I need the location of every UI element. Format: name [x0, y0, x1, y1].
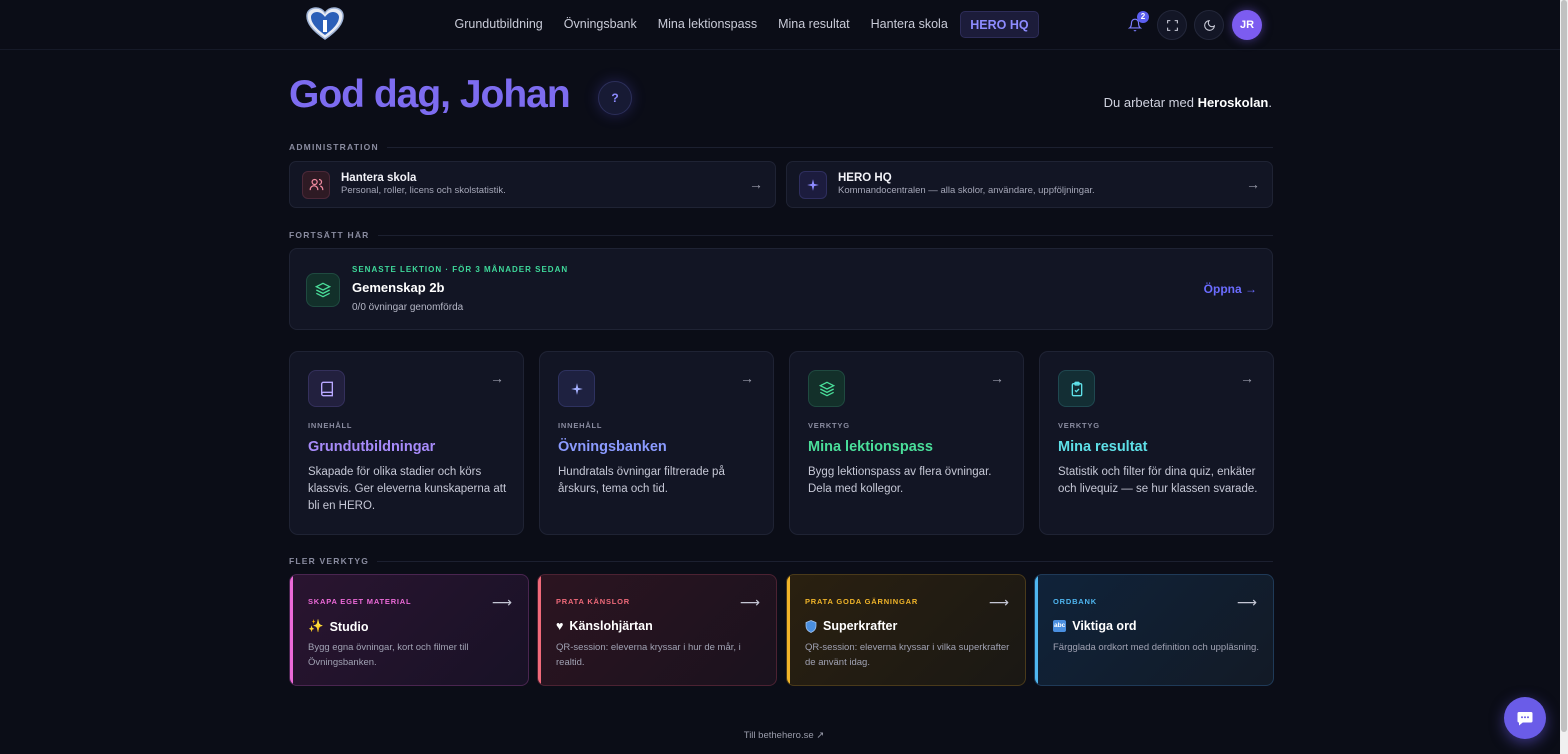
sparkle-icon: [799, 170, 827, 199]
tool-description: Färgglada ordkort med definition och upp…: [1053, 642, 1259, 653]
nav-grundutbildning[interactable]: Grundutbildning: [444, 11, 553, 38]
school-name: Heroskolan: [1197, 95, 1269, 110]
help-button[interactable]: ?: [598, 81, 632, 115]
abc-icon: abc: [1053, 620, 1067, 632]
clipboard-check-icon: [1058, 370, 1095, 407]
top-navigation-bar: Grundutbildning Övningsbank Mina lektion…: [0, 0, 1560, 50]
arrow-right-icon: →: [490, 370, 504, 386]
admin-card-hantera-skola[interactable]: Hantera skola Personal, roller, licens o…: [289, 161, 776, 208]
notification-count-badge: 2: [1137, 11, 1149, 23]
admin-card-title: HERO HQ: [838, 172, 892, 184]
sparkle-icon: [558, 370, 595, 407]
feature-category: INNEHÅLL: [558, 421, 603, 430]
moon-icon: [1203, 19, 1215, 31]
header-actions: 2 JR: [1120, 10, 1262, 40]
nav-hantera-skola[interactable]: Hantera skola: [860, 11, 958, 38]
feature-title: Mina lektionspass: [808, 439, 933, 455]
user-avatar[interactable]: JR: [1232, 10, 1262, 40]
feature-title: Mina resultat: [1058, 439, 1148, 455]
book-icon: [308, 370, 345, 407]
last-lesson-progress: 0/0 övningar genomförda: [352, 302, 464, 313]
admin-card-subtitle: Kommandocentralen — alla skolor, använda…: [838, 185, 1095, 196]
page-greeting: God dag, Johan: [289, 73, 571, 116]
tool-card-kanslohjartan[interactable]: PRATA KÄNSLOR ⟶ ♥ Känslohjärtan QR-sessio…: [537, 574, 777, 686]
section-label-administration: ADMINISTRATION: [289, 142, 1273, 152]
feature-description: Statistik och filter för dina quiz, enkä…: [1058, 466, 1258, 495]
tool-card-viktiga-ord[interactable]: ORDBANK ⟶ abc Viktiga ord Färgglada ordk…: [1034, 574, 1274, 686]
sparkles-icon: ✨: [308, 619, 324, 633]
workplace-suffix: .: [1268, 95, 1272, 110]
hero-logo[interactable]: [306, 7, 344, 41]
last-lesson-eyebrow: SENASTE LEKTION · FÖR 3 MÅNADER SEDAN: [352, 265, 569, 274]
nav-hero-hq[interactable]: HERO HQ: [960, 11, 1039, 38]
feature-card-mina-lektionspass[interactable]: → VERKTYG Mina lektionspass Bygg lektion…: [789, 351, 1024, 535]
notifications-button[interactable]: 2: [1120, 10, 1150, 40]
tool-title: ♥ Känslohjärtan: [556, 619, 653, 633]
footer-external-link[interactable]: Till bethehero.se ↗: [0, 730, 1568, 741]
admin-card-subtitle: Personal, roller, licens och skolstatist…: [341, 185, 506, 196]
fullscreen-icon: [1166, 19, 1178, 31]
section-label-fler-verktyg: FLER VERKTYG: [289, 556, 1273, 566]
workplace-info: Du arbetar med Heroskolan.: [1104, 95, 1272, 110]
feature-description: Hundratals övningar filtrerade på årskur…: [558, 466, 725, 495]
nav-ovningsbank[interactable]: Övningsbank: [553, 11, 647, 38]
tool-description: Bygg egna övningar, kort och filmer till…: [308, 642, 469, 668]
feature-card-ovningsbanken[interactable]: → INNEHÅLL Övningsbanken Hundratals övni…: [539, 351, 774, 535]
layers-icon: [808, 370, 845, 407]
tool-category: PRATA GODA GÄRNINGAR: [805, 597, 919, 606]
feature-card-mina-resultat[interactable]: → VERKTYG Mina resultat Statistik och fi…: [1039, 351, 1274, 535]
admin-card-title: Hantera skola: [341, 172, 417, 184]
tool-card-studio[interactable]: SKAPA EGET MATERIAL ⟶ ✨ Studio Bygg egna …: [289, 574, 529, 686]
tool-category: SKAPA EGET MATERIAL: [308, 597, 412, 606]
last-lesson-title: Gemenskap 2b: [352, 280, 445, 295]
section-label-fortsatt: FORTSÄTT HÄR: [289, 230, 1273, 240]
fullscreen-button[interactable]: [1157, 10, 1187, 40]
feature-title: Övningsbanken: [558, 439, 667, 455]
tool-description: QR-session: eleverna kryssar i vilka sup…: [805, 642, 1010, 668]
feature-category: VERKTYG: [808, 421, 850, 430]
tool-title: abc Viktiga ord: [1053, 619, 1137, 633]
tool-title: Superkrafter: [805, 619, 897, 633]
feature-description: Skapade för olika stadier och körs klass…: [308, 466, 507, 512]
theme-toggle-button[interactable]: [1194, 10, 1224, 40]
workplace-prefix: Du arbetar med: [1103, 95, 1198, 110]
tool-description: QR-session: eleverna kryssar i hur de må…: [556, 642, 741, 668]
scrollbar-thumb[interactable]: [1561, 0, 1567, 732]
arrow-right-icon: ⟶: [988, 594, 1009, 610]
nav-mina-lektionspass[interactable]: Mina lektionspass: [647, 11, 767, 38]
feature-category: INNEHÅLL: [308, 421, 353, 430]
chat-button[interactable]: [1504, 697, 1546, 739]
nav-mina-resultat[interactable]: Mina resultat: [768, 11, 861, 38]
tool-category: PRATA KÄNSLOR: [556, 597, 631, 606]
arrow-right-icon: →: [990, 370, 1004, 386]
main-nav: Grundutbildning Övningsbank Mina lektion…: [444, 11, 1039, 38]
tool-card-superkrafter[interactable]: PRATA GODA GÄRNINGAR ⟶ Superkrafter QR-s…: [786, 574, 1026, 686]
chat-bubble-icon: [1517, 712, 1533, 726]
heart-logo-icon: [306, 7, 344, 40]
arrow-right-icon: →: [749, 176, 763, 192]
arrow-right-icon: ⟶: [491, 594, 512, 610]
users-icon: [302, 170, 330, 199]
feature-category: VERKTYG: [1058, 421, 1100, 430]
heart-icon: ♥: [556, 619, 564, 633]
page-scrollbar[interactable]: [1560, 0, 1568, 754]
feature-title: Grundutbildningar: [308, 439, 436, 455]
continue-lesson-card: SENASTE LEKTION · FÖR 3 MÅNADER SEDAN Ge…: [289, 248, 1273, 330]
arrow-right-icon: →: [740, 370, 754, 386]
arrow-right-icon: ⟶: [739, 594, 760, 610]
arrow-right-icon: →: [1246, 176, 1260, 192]
layers-icon: [306, 273, 340, 307]
tool-category: ORDBANK: [1053, 597, 1097, 606]
arrow-right-icon: →: [1240, 370, 1254, 386]
feature-description: Bygg lektionspass av flera övningar. Del…: [808, 466, 992, 495]
tool-title: ✨ Studio: [308, 619, 369, 634]
feature-card-grundutbildningar[interactable]: → INNEHÅLL Grundutbildningar Skapade för…: [289, 351, 524, 535]
open-lesson-link[interactable]: Öppna →: [1204, 282, 1257, 296]
shield-icon: [805, 619, 817, 633]
admin-card-hero-hq[interactable]: HERO HQ Kommandocentralen — alla skolor,…: [786, 161, 1273, 208]
arrow-right-icon: ⟶: [1236, 594, 1257, 610]
